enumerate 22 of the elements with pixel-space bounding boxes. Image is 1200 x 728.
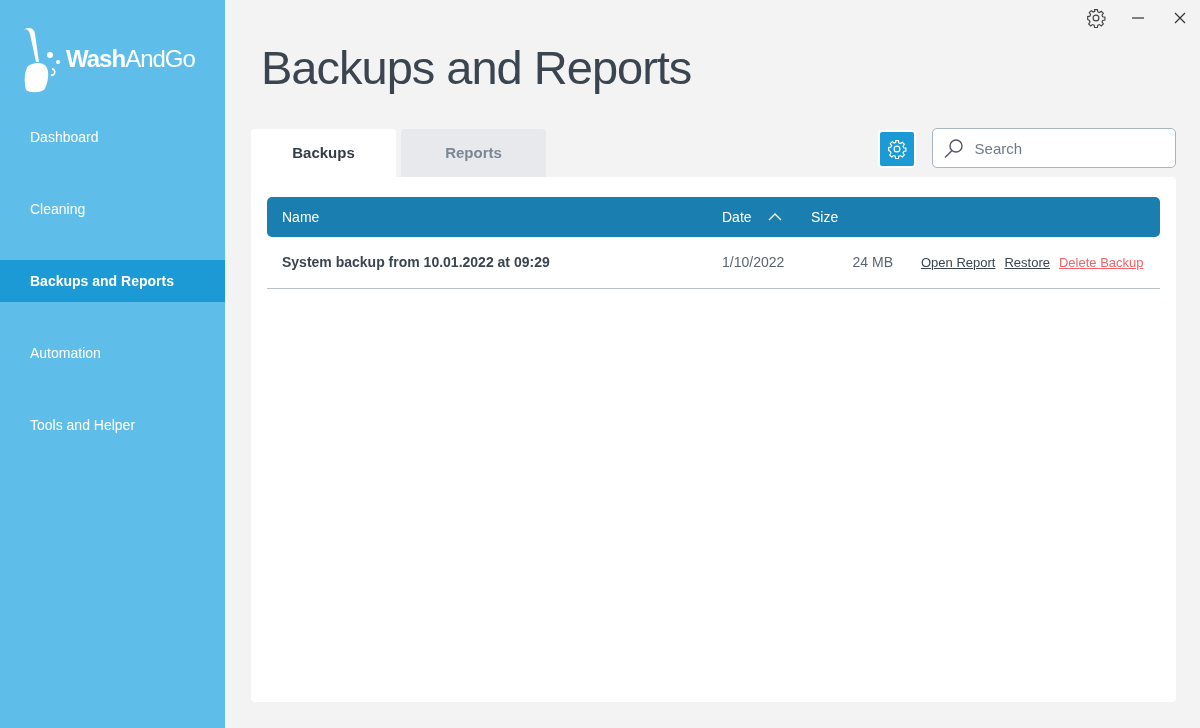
sidebar-item[interactable]: Dashboard: [0, 116, 225, 158]
action-link[interactable]: Open Report: [921, 253, 996, 273]
column-header: Name: [282, 207, 320, 227]
sidebar-item[interactable]: Automation: [0, 332, 225, 374]
tab[interactable]: Reports: [401, 129, 546, 178]
action-link[interactable]: Restore: [1004, 253, 1050, 273]
sidebar-item[interactable]: Cleaning: [0, 188, 225, 230]
gear-icon: [1085, 8, 1106, 28]
column-header: Size: [811, 207, 839, 227]
backup-size: 24 MB: [851, 253, 894, 273]
search-icon: [942, 137, 965, 160]
sidebar-item[interactable]: Backups and Reports: [0, 260, 225, 302]
tab[interactable]: Backups: [251, 129, 396, 178]
backup-name: System backup from 10.01.2022 at 09:29: [281, 253, 551, 273]
page-title: Backups and Reports: [261, 40, 693, 96]
search-field[interactable]: Search: [931, 128, 1176, 169]
gear-icon: [886, 139, 907, 160]
action-link[interactable]: Delete Backup: [1058, 253, 1144, 273]
sidebar-item[interactable]: Tools and Helper: [0, 404, 225, 446]
backup-date: 1/10/2022: [722, 253, 786, 273]
column-header: Date: [722, 207, 752, 227]
app-logo-text: WashAndGo: [66, 44, 195, 74]
